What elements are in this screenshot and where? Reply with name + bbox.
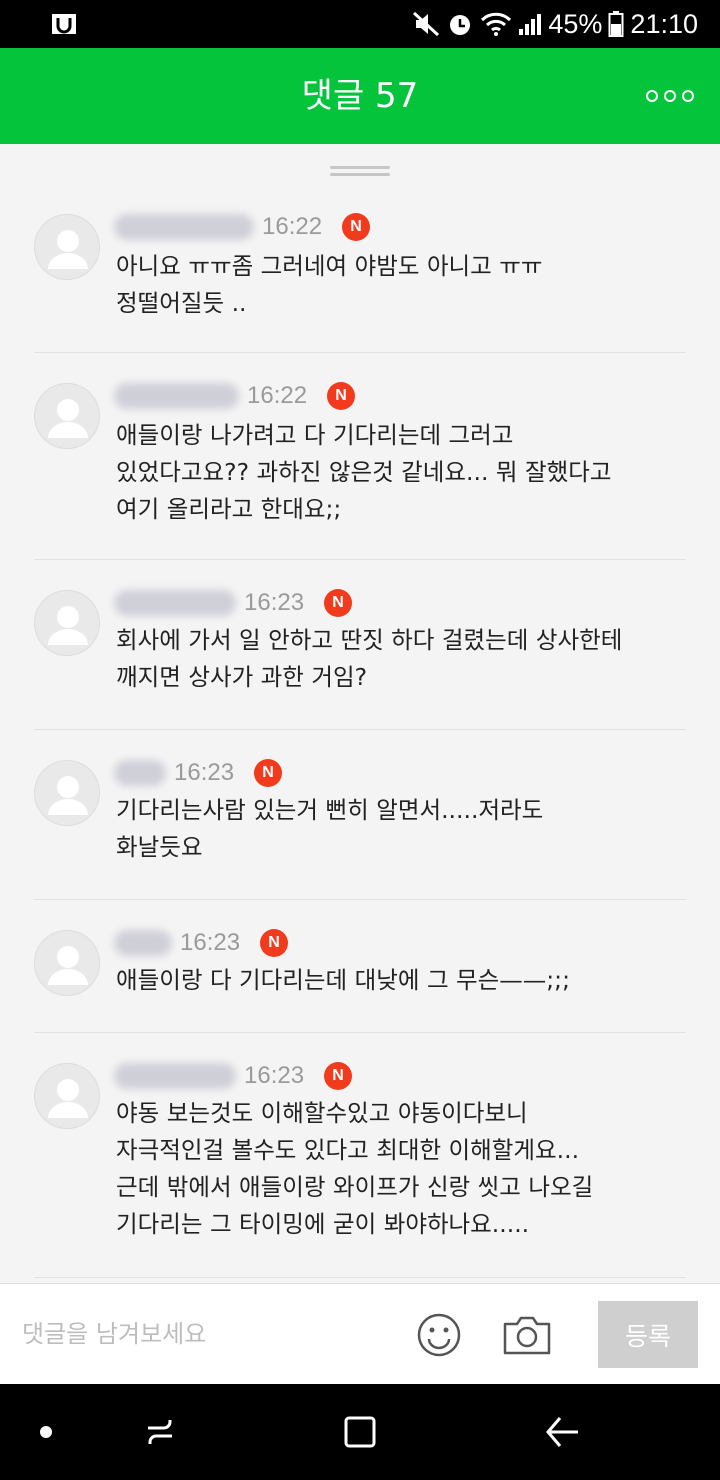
comment-list[interactable]: 16:22 N 아니요 ㅠㅠ좀 그러네여 야밤도 아니고 ㅠㅠ 정떨어질듯 ..…	[0, 190, 720, 1278]
default-avatar-icon	[48, 230, 88, 269]
comment-text: 애들이랑 나가려고 다 기다리는데 그러고 있었다고요?? 과하진 않은것 같네…	[116, 421, 612, 523]
avatar[interactable]	[34, 214, 100, 280]
comment-meta: 16:23 N	[114, 1059, 353, 1093]
battery-percent: 45%	[548, 8, 603, 39]
clock: 21:10	[630, 8, 698, 39]
author-name-redacted	[114, 383, 239, 409]
comment-item: 16:22 N 아니요 ㅠㅠ좀 그러네여 야밤도 아니고 ㅠㅠ 정떨어질듯 ..	[34, 190, 686, 353]
mute-icon	[413, 11, 440, 37]
author-name-redacted	[114, 760, 166, 786]
app-notification-icon	[52, 14, 76, 34]
avatar[interactable]	[34, 930, 100, 996]
status-bar: 45% 21:10	[0, 0, 720, 48]
more-options-button[interactable]	[646, 84, 694, 108]
page-title: 댓글 57	[301, 76, 419, 116]
home-dot-icon[interactable]	[36, 1412, 56, 1452]
alarm-icon	[450, 15, 471, 35]
signal-icon	[519, 14, 542, 35]
default-avatar-icon	[48, 1079, 88, 1118]
comment-meta: 16:22 N	[114, 210, 371, 244]
default-avatar-icon	[48, 776, 88, 815]
comment-item: 16:22 N 애들이랑 나가려고 다 기다리는데 그러고 있었다고요?? 과하…	[34, 353, 686, 560]
system-nav-bar	[0, 1384, 720, 1480]
comment-time: 16:22	[247, 382, 308, 409]
new-badge: N	[254, 759, 283, 787]
new-badge: N	[324, 1062, 353, 1090]
comment-meta: 16:23 N	[114, 926, 289, 960]
new-badge: N	[327, 382, 356, 410]
new-badge: N	[260, 929, 289, 957]
author-name-redacted	[114, 214, 254, 240]
comment-time: 16:23	[244, 589, 305, 616]
comment-item: 16:23 N 회사에 가서 일 안하고 딴짓 하다 걸렸는데 상사한테 깨지면…	[34, 560, 686, 730]
default-avatar-icon	[48, 606, 88, 645]
new-badge: N	[342, 213, 371, 241]
emoji-icon[interactable]	[416, 1312, 462, 1358]
comment-text: 회사에 가서 일 안하고 딴짓 하다 걸렸는데 상사한테 깨지면 상사가 과한 …	[116, 626, 623, 691]
comment-time: 16:23	[174, 759, 235, 786]
camera-icon[interactable]	[502, 1314, 552, 1356]
avatar[interactable]	[34, 1063, 100, 1129]
comment-text: 기다리는사람 있는거 뻔히 알면서.....저라도 화날듯요	[116, 796, 544, 861]
comment-text: 애들이랑 다 기다리는데 대낮에 그 무슨——;;;	[116, 966, 571, 994]
author-name-redacted	[114, 930, 172, 956]
comment-time: 16:22	[262, 213, 323, 240]
drag-handle[interactable]	[330, 166, 390, 178]
avatar[interactable]	[34, 383, 100, 449]
avatar[interactable]	[34, 760, 100, 826]
new-badge: N	[324, 589, 353, 617]
wifi-icon	[481, 12, 512, 36]
back-icon[interactable]	[544, 1412, 582, 1452]
more-icon	[646, 90, 658, 102]
comment-time: 16:23	[180, 929, 241, 956]
comment-time: 16:23	[244, 1062, 305, 1089]
more-icon-dot	[664, 90, 676, 102]
comment-text: 야동 보는것도 이해할수있고 야동이다보니 자극적인걸 볼수도 있다고 최대한 …	[116, 1099, 594, 1238]
comment-input[interactable]	[22, 1312, 382, 1356]
default-avatar-icon	[48, 399, 88, 438]
author-name-redacted	[114, 1063, 236, 1089]
overview-icon[interactable]	[342, 1412, 378, 1452]
comment-item: 16:23 N 기다리는사람 있는거 뻔히 알면서.....저라도 화날듯요	[34, 730, 686, 900]
default-avatar-icon	[48, 946, 88, 985]
comment-item: 16:23 N 야동 보는것도 이해할수있고 야동이다보니 자극적인걸 볼수도 …	[34, 1033, 686, 1278]
comment-meta: 16:23 N	[114, 756, 283, 790]
comment-item: 16:23 N 애들이랑 다 기다리는데 대낮에 그 무슨——;;;	[34, 900, 686, 1033]
submit-button[interactable]: 등록	[598, 1301, 698, 1368]
status-icons: 45% 21:10	[412, 0, 698, 48]
avatar[interactable]	[34, 590, 100, 656]
more-icon-dot	[682, 90, 694, 102]
comment-text: 아니요 ㅠㅠ좀 그러네여 야밤도 아니고 ㅠㅠ 정떨어질듯 ..	[116, 252, 543, 317]
comment-input-bar: 등록	[0, 1283, 720, 1384]
battery-icon	[608, 11, 624, 37]
author-name-redacted	[114, 590, 236, 616]
comments-header: 댓글 57	[0, 48, 720, 144]
comment-meta: 16:22 N	[114, 379, 356, 413]
comment-meta: 16:23 N	[114, 586, 353, 620]
recent-apps-icon[interactable]	[142, 1412, 178, 1452]
